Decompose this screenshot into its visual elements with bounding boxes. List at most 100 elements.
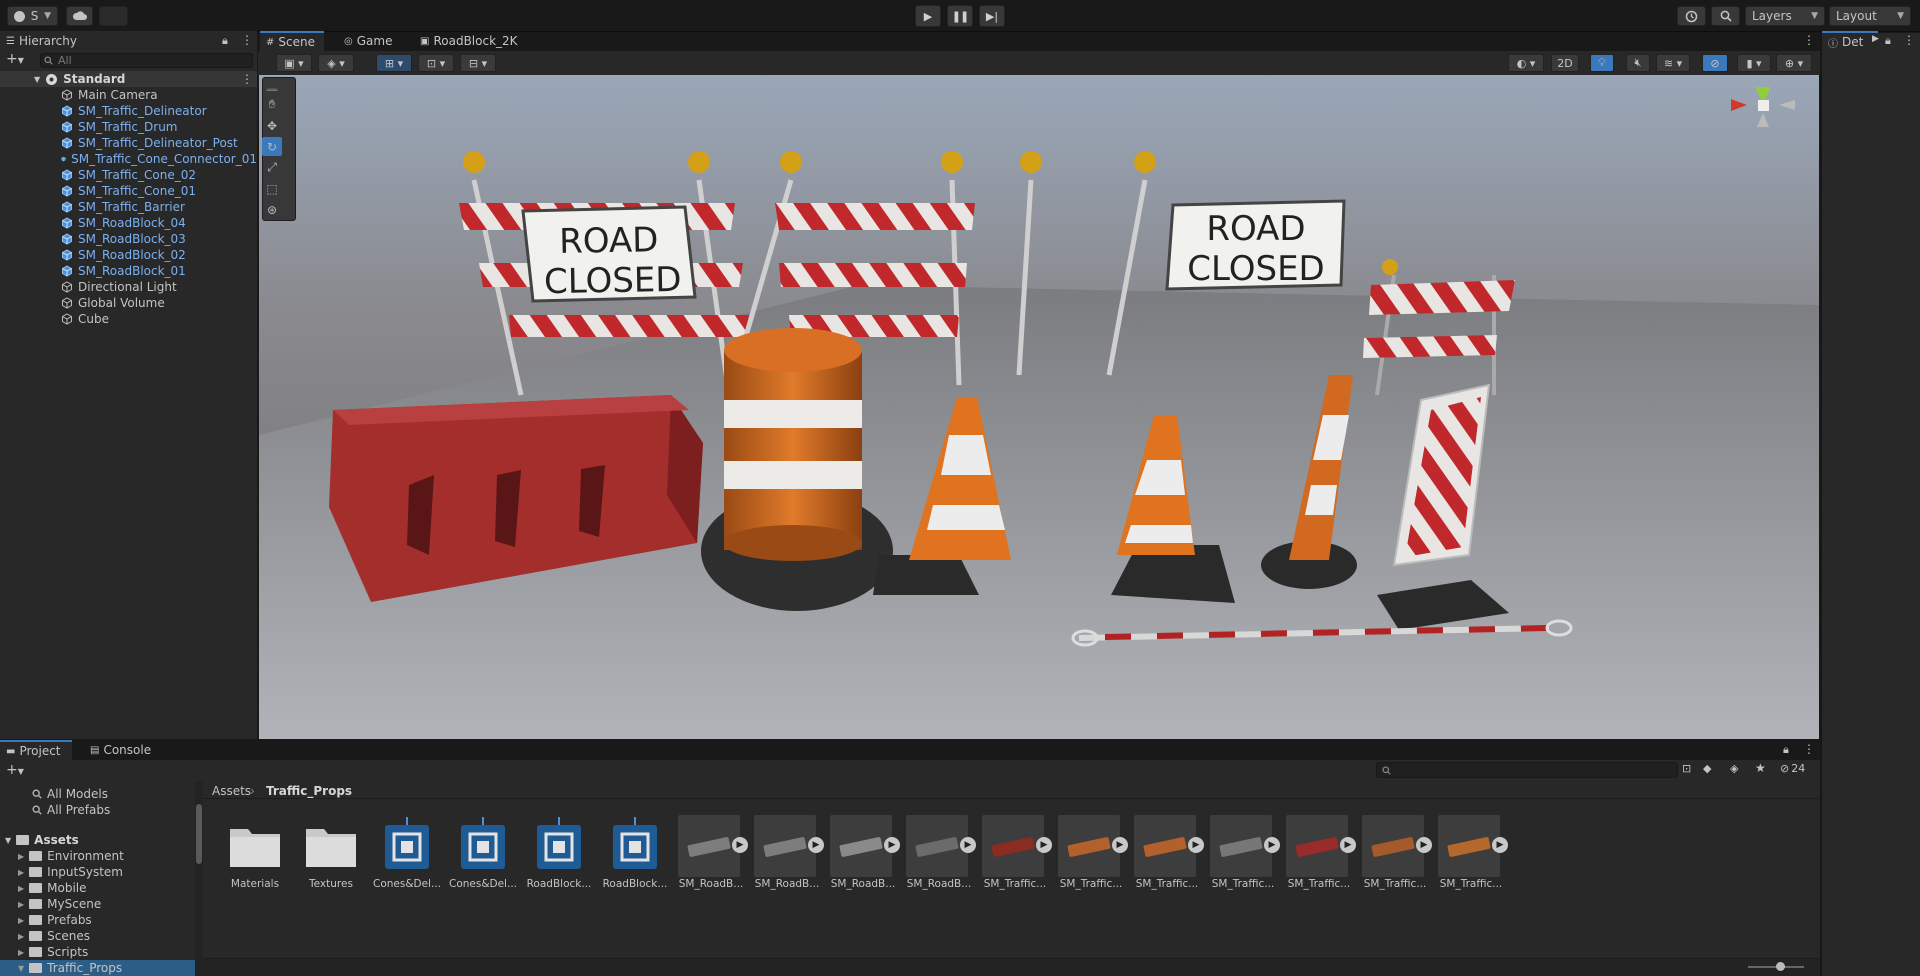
- hierarchy-item[interactable]: Main Camera: [0, 87, 257, 103]
- asset-item[interactable]: [222, 815, 288, 885]
- grid-snapping-button[interactable]: ⊞ ▾: [376, 54, 412, 72]
- chevron-right-icon[interactable]: ▶: [1872, 34, 1879, 44]
- search-button[interactable]: [1711, 6, 1740, 26]
- expand-prefab-button[interactable]: ▶: [732, 837, 748, 853]
- tree-folder-item[interactable]: ▶ Scenes: [0, 928, 195, 944]
- hierarchy-item[interactable]: SM_RoadBlock_03: [0, 231, 257, 247]
- asset-item[interactable]: ▶: [906, 815, 984, 885]
- expand-prefab-button[interactable]: ▶: [1188, 837, 1204, 853]
- account-dropdown[interactable]: S ▼: [7, 6, 58, 26]
- move-tool-button[interactable]: ✥: [262, 116, 282, 135]
- lock-icon[interactable]: 🔒︎: [1783, 743, 1789, 757]
- layout-dropdown[interactable]: Layout ▼: [1829, 6, 1911, 26]
- layers-dropdown[interactable]: Layers ▼: [1745, 6, 1825, 26]
- asset-item[interactable]: ▶: [754, 815, 832, 885]
- favorite-item[interactable]: All Models: [0, 786, 108, 802]
- asset-item[interactable]: ▶: [1286, 815, 1364, 885]
- tree-folder-item[interactable]: ▶ InputSystem: [0, 864, 195, 880]
- tree-folder-item[interactable]: ▶ MyScene: [0, 896, 195, 912]
- expand-prefab-button[interactable]: ▶: [960, 837, 976, 853]
- pause-button[interactable]: ❚❚: [947, 5, 973, 27]
- zoom-slider[interactable]: [1748, 962, 1804, 971]
- asset-item[interactable]: [450, 815, 516, 885]
- asset-item[interactable]: ▶: [1438, 815, 1516, 885]
- hierarchy-search-input[interactable]: All: [40, 53, 253, 68]
- tree-scrollbar[interactable]: [195, 782, 203, 976]
- step-button[interactable]: ▶|: [979, 5, 1005, 27]
- hierarchy-item[interactable]: SM_Traffic_Drum: [0, 119, 257, 135]
- tab-game[interactable]: ◎ Game: [338, 31, 398, 51]
- star-icon[interactable]: ★: [1755, 761, 1766, 775]
- filter-by-type-icon[interactable]: ◆: [1703, 762, 1711, 775]
- scene-root-row[interactable]: ▼ Standard ⋮: [0, 71, 257, 87]
- tree-folder-item[interactable]: ▶ Scripts: [0, 944, 195, 960]
- asset-item[interactable]: [374, 815, 440, 885]
- tab-hierarchy[interactable]: ☰ Hierarchy: [0, 31, 257, 51]
- breadcrumb-assets[interactable]: Assets: [212, 784, 251, 798]
- align-button[interactable]: ⊟ ▾: [460, 54, 496, 72]
- tree-folder-item[interactable]: ▶ Environment: [0, 848, 195, 864]
- tree-folder-item[interactable]: ▼ Traffic_Props: [0, 960, 195, 976]
- hierarchy-item[interactable]: SM_Traffic_Delineator: [0, 103, 257, 119]
- favorite-item[interactable]: All Prefabs: [0, 802, 110, 818]
- tab-console[interactable]: ▤ Console: [84, 740, 157, 760]
- toggle-2d-button[interactable]: 2D: [1551, 54, 1579, 72]
- history-button[interactable]: [1677, 6, 1706, 26]
- render-mode-dropdown[interactable]: ◐ ▾: [1508, 54, 1544, 72]
- expand-prefab-button[interactable]: ▶: [1492, 837, 1508, 853]
- hierarchy-item[interactable]: SM_Traffic_Cone_Connector_01: [0, 151, 257, 167]
- hierarchy-item[interactable]: Directional Light: [0, 279, 257, 295]
- asset-item[interactable]: ▶: [830, 815, 908, 885]
- more-icon[interactable]: ⋮: [1903, 33, 1915, 47]
- gizmos-dropdown[interactable]: ⊕ ▾: [1776, 54, 1812, 72]
- asset-item[interactable]: ▶: [1058, 815, 1136, 885]
- label-icon[interactable]: ◈: [1730, 762, 1738, 775]
- asset-item[interactable]: ▶: [1362, 815, 1440, 885]
- hierarchy-item[interactable]: SM_Traffic_Cone_01: [0, 183, 257, 199]
- tab-roadblock[interactable]: ▣ RoadBlock_2K: [414, 31, 524, 51]
- collab-button[interactable]: [99, 6, 128, 26]
- tab-project[interactable]: ▬ Project: [0, 740, 72, 760]
- more-icon[interactable]: ⋮: [1803, 742, 1815, 756]
- asset-item[interactable]: ▶: [1210, 815, 1288, 885]
- lock-icon[interactable]: 🔒︎: [1885, 34, 1891, 48]
- project-search-input[interactable]: [1376, 762, 1678, 778]
- tab-scene[interactable]: # Scene: [260, 31, 324, 51]
- search-by-type-icon[interactable]: ⊡: [1682, 762, 1691, 775]
- add-object-button[interactable]: +▼: [6, 52, 24, 68]
- hierarchy-item[interactable]: Cube: [0, 311, 257, 327]
- expand-prefab-button[interactable]: ▶: [884, 837, 900, 853]
- expand-prefab-button[interactable]: ▶: [1112, 837, 1128, 853]
- audio-toggle[interactable]: 🔇︎: [1626, 54, 1650, 72]
- scene-viewport[interactable]: ROAD CLOSED ROAD CLOSED: [259, 75, 1819, 739]
- hierarchy-item[interactable]: SM_Traffic_Barrier: [0, 199, 257, 215]
- lighting-toggle[interactable]: 💡︎: [1590, 54, 1614, 72]
- hierarchy-item[interactable]: SM_Traffic_Cone_02: [0, 167, 257, 183]
- transform-tool-button[interactable]: ⊛: [262, 200, 282, 219]
- visibility-toggle[interactable]: ⊘: [1702, 54, 1728, 72]
- expand-prefab-button[interactable]: ▶: [1036, 837, 1052, 853]
- expand-prefab-button[interactable]: ▶: [808, 837, 824, 853]
- cloud-button[interactable]: [66, 6, 93, 26]
- more-icon[interactable]: ⋮: [241, 33, 253, 47]
- tree-folder-item[interactable]: ▶ Mobile: [0, 880, 195, 896]
- camera-dropdown[interactable]: ▮ ▾: [1737, 54, 1771, 72]
- effects-dropdown[interactable]: ≋ ▾: [1656, 54, 1690, 72]
- breadcrumb-current[interactable]: Traffic_Props: [266, 784, 352, 798]
- increment-snap-button[interactable]: ⊡ ▾: [418, 54, 454, 72]
- hierarchy-item[interactable]: Global Volume: [0, 295, 257, 311]
- asset-item[interactable]: ▶: [678, 815, 756, 885]
- create-asset-button[interactable]: +▼: [6, 763, 24, 779]
- play-button[interactable]: ▶: [915, 5, 941, 27]
- hierarchy-item[interactable]: SM_RoadBlock_01: [0, 263, 257, 279]
- asset-item[interactable]: [526, 815, 592, 885]
- lock-icon[interactable]: 🔒︎: [222, 34, 228, 48]
- hierarchy-item[interactable]: SM_RoadBlock_02: [0, 247, 257, 263]
- asset-item[interactable]: [298, 815, 364, 885]
- asset-item[interactable]: ▶: [982, 815, 1060, 885]
- expand-prefab-button[interactable]: ▶: [1340, 837, 1356, 853]
- draw-mode-dropdown[interactable]: ▣ ▾: [276, 54, 312, 72]
- hidden-packages-button[interactable]: ⊘ 24: [1780, 762, 1805, 775]
- asset-item[interactable]: ▶: [1134, 815, 1212, 885]
- more-icon[interactable]: ⋮: [241, 72, 253, 86]
